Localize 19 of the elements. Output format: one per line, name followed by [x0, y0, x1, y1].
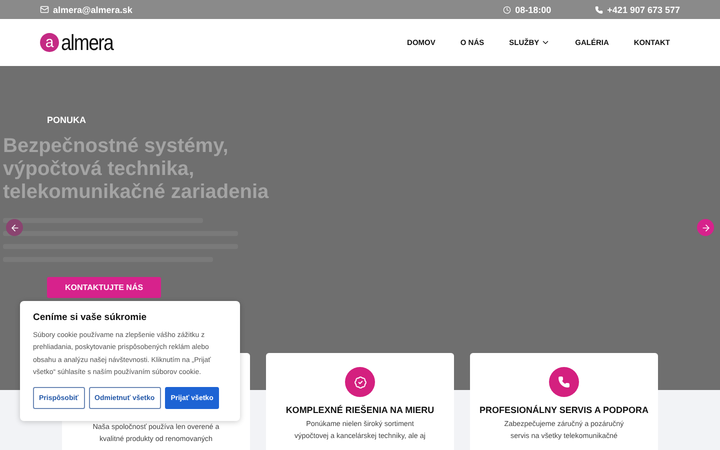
arrow-left-icon: [10, 222, 20, 232]
next-slide-button[interactable]: [697, 219, 714, 236]
phone-icon: [595, 6, 604, 14]
logo-text[interactable]: almera: [61, 30, 114, 56]
card-title: PROFESIONÁLNY SERVIS A PODPORA: [479, 405, 649, 415]
badge-icon: [354, 376, 366, 388]
phone-number[interactable]: +421 907 673 577: [607, 4, 680, 14]
logo-mark[interactable]: a: [40, 33, 59, 52]
chevron-down-icon: [541, 38, 550, 47]
phone-icon: [558, 376, 570, 388]
card-title: KOMPLEXNÉ RIEŠENIA NA MIERU: [286, 405, 434, 415]
opening-hours: 08-18:00: [515, 4, 552, 14]
clock-icon: [503, 6, 512, 14]
mail-icon: [40, 5, 49, 14]
arrow-right-icon: [700, 222, 710, 232]
hero-eyebrow: PONUKA: [47, 115, 88, 125]
email-link[interactable]: almera@almera.sk: [53, 4, 132, 14]
contact-button[interactable]: KONTAKTUJTE NÁS: [47, 277, 162, 298]
cookie-title: Ceníme si vaše súkromie: [33, 312, 148, 323]
